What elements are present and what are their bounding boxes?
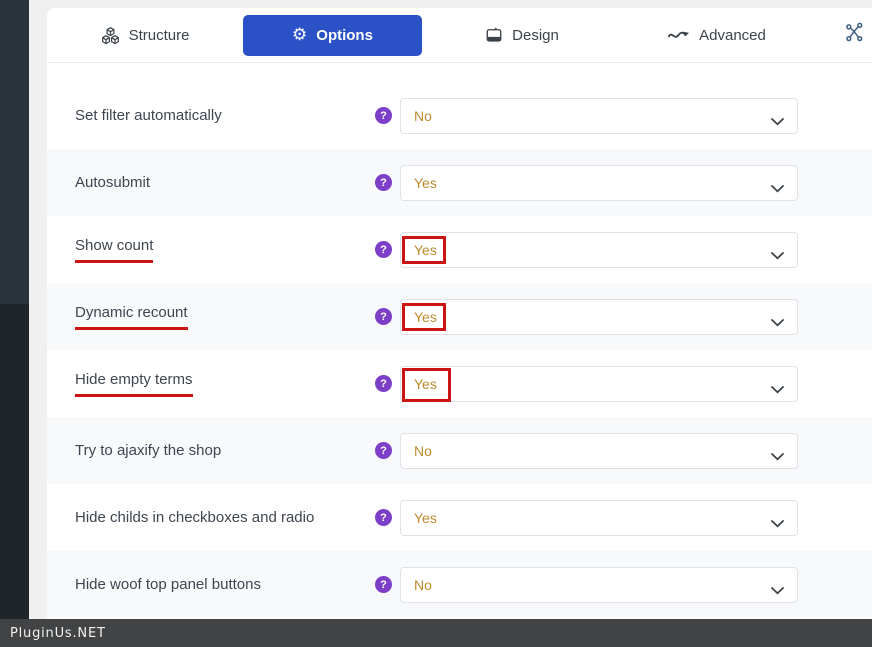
- help-icon[interactable]: ?: [375, 576, 392, 593]
- chevron-down-icon: [771, 314, 784, 332]
- setting-select[interactable]: Yes: [400, 231, 798, 268]
- chevron-down-icon: [771, 180, 784, 198]
- tab-structure[interactable]: Structure: [47, 8, 243, 62]
- select-value: No: [414, 576, 432, 593]
- settings-row: Try to ajaxify the shop ? No: [47, 417, 872, 484]
- settings-row: Set filter automatically ? No: [47, 82, 872, 149]
- select-value: Yes: [414, 241, 437, 258]
- setting-label: Try to ajaxify the shop: [75, 442, 222, 459]
- setting-label: Dynamic recount: [75, 304, 375, 330]
- setting-label: Hide childs in checkboxes and radio: [75, 509, 315, 526]
- setting-select[interactable]: Yes: [400, 365, 798, 402]
- tab-label: Structure: [128, 26, 190, 44]
- setting-label: Autosubmit: [75, 174, 151, 191]
- select-value: Yes: [414, 509, 437, 526]
- chevron-down-icon: [771, 247, 784, 265]
- tab-advanced[interactable]: Advanced: [622, 8, 812, 62]
- setting-select[interactable]: No: [400, 432, 798, 469]
- setting-label: Hide empty terms: [75, 371, 375, 397]
- tab-bar: Structure ⚙ Options Design Advanced: [47, 8, 872, 63]
- settings-row: Hide childs in checkboxes and radio ? Ye…: [47, 484, 872, 551]
- setting-select[interactable]: Yes: [400, 499, 798, 536]
- tab-label: Options: [316, 26, 373, 44]
- chevron-down-icon: [771, 113, 784, 131]
- cubes-icon: [101, 26, 120, 45]
- help-icon[interactable]: ?: [375, 442, 392, 459]
- select-value: Yes: [414, 308, 437, 325]
- tab-network[interactable]: [844, 22, 865, 48]
- tab-design[interactable]: Design: [422, 8, 622, 62]
- help-icon[interactable]: ?: [375, 509, 392, 526]
- help-icon[interactable]: ?: [375, 375, 392, 392]
- setting-label: Hide woof top panel buttons: [75, 576, 261, 593]
- select-value: Yes: [414, 174, 437, 191]
- watermark-bar: PluginUs.NET: [0, 619, 872, 647]
- setting-label: Show count: [75, 237, 375, 263]
- chevron-down-icon: [771, 448, 784, 466]
- select-value: No: [414, 107, 432, 124]
- select-value: No: [414, 442, 432, 459]
- watermark-text: PluginUs.NET: [10, 625, 106, 641]
- settings-row: Hide woof top panel buttons ? No: [47, 551, 872, 618]
- help-icon[interactable]: ?: [375, 308, 392, 325]
- wave-icon: [668, 29, 690, 42]
- help-icon[interactable]: ?: [375, 241, 392, 258]
- chevron-down-icon: [771, 582, 784, 600]
- admin-sidebar-lower: [0, 304, 29, 619]
- setting-select[interactable]: No: [400, 97, 798, 134]
- help-icon[interactable]: ?: [375, 174, 392, 191]
- help-icon[interactable]: ?: [375, 107, 392, 124]
- setting-select[interactable]: Yes: [400, 164, 798, 201]
- settings-row: Dynamic recount ? Yes: [47, 283, 872, 350]
- gear-icon: ⚙: [292, 24, 308, 45]
- tab-label: Advanced: [699, 26, 766, 44]
- chevron-down-icon: [771, 381, 784, 399]
- setting-select[interactable]: No: [400, 566, 798, 603]
- setting-select[interactable]: Yes: [400, 298, 798, 335]
- settings-row: Show count ? Yes: [47, 216, 872, 283]
- image-icon: [485, 26, 503, 44]
- select-value: Yes: [414, 375, 437, 392]
- settings-rows: Set filter automatically ? No Autosubmit…: [47, 63, 872, 618]
- tab-options[interactable]: ⚙ Options: [243, 14, 422, 56]
- network-icon: [844, 22, 865, 48]
- settings-panel: Structure ⚙ Options Design Advanced Set …: [47, 8, 872, 619]
- settings-row: Hide empty terms ? Yes: [47, 350, 872, 417]
- chevron-down-icon: [771, 515, 784, 533]
- tab-label: Design: [512, 26, 559, 44]
- setting-label: Set filter automatically: [75, 107, 222, 124]
- settings-row: Autosubmit ? Yes: [47, 149, 872, 216]
